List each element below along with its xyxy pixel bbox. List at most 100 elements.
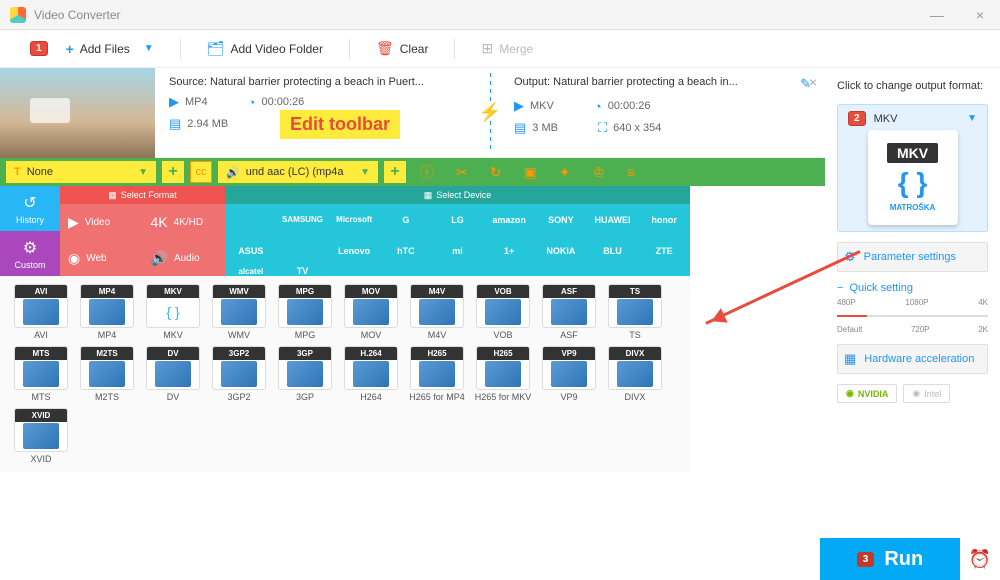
brand-zte[interactable]: ZTE <box>656 246 673 256</box>
titlebar: Video Converter — × <box>0 0 1000 30</box>
info-icon[interactable]: ⓘ <box>420 162 434 182</box>
custom-label: Custom <box>14 260 45 270</box>
format-m4v[interactable]: M4VM4V <box>406 284 468 340</box>
brand-1+[interactable]: 1+ <box>504 246 514 256</box>
select-device-header: ▦Select Device <box>225 186 690 204</box>
intel-badge[interactable]: ◉Intel <box>903 384 950 403</box>
out-duration: 00:00:26 <box>608 100 651 112</box>
add-audio-button[interactable]: + <box>384 161 406 183</box>
format-xvid[interactable]: XVIDXVID <box>10 408 72 464</box>
subtitle-icon: T <box>14 166 21 178</box>
format-mts[interactable]: MTSMTS <box>10 346 72 402</box>
schedule-button[interactable]: ⏰ <box>960 539 1000 579</box>
format-dv[interactable]: DVDV <box>142 346 204 402</box>
effects-icon[interactable]: ✦ <box>559 164 571 181</box>
brand-lenovo[interactable]: Lenovo <box>338 246 370 256</box>
format-mov[interactable]: MOVMOV <box>340 284 402 340</box>
bolt-icon: ⚡ <box>479 102 501 123</box>
brand-htc[interactable]: hTC <box>397 246 415 256</box>
format-asf[interactable]: ASFASF <box>538 284 600 340</box>
clock-icon: ◔ <box>248 95 256 110</box>
format-wmv[interactable]: WMVWMV <box>208 284 270 340</box>
format-3gp[interactable]: 3GP3GP <box>274 346 336 402</box>
matroska-label: MATROŠKA <box>890 203 936 212</box>
format-divx[interactable]: DIVXDIVX <box>604 346 666 402</box>
subtitle-selector[interactable]: T None ▼ <box>6 161 156 183</box>
chevron-down-icon: ▼ <box>360 167 370 178</box>
brand-lg[interactable]: LG <box>451 215 464 225</box>
category-web[interactable]: ◉Web <box>60 240 143 276</box>
output-panel: Output: Natural barrier protecting a bea… <box>500 68 825 157</box>
history-tab[interactable]: ↺History <box>0 186 60 231</box>
merge-label: Merge <box>499 42 533 56</box>
app-title: Video Converter <box>34 8 121 22</box>
brand-amazon[interactable]: amazon <box>492 215 526 225</box>
add-folder-button[interactable]: 🗂 Add Video Folder <box>199 36 331 61</box>
category-4khd[interactable]: 4K4K/HD <box>143 204 226 240</box>
clear-button[interactable]: 🗑 Clear <box>368 36 436 61</box>
out-format: MKV <box>530 100 554 112</box>
add-files-button[interactable]: + Add Files ▼ <box>58 37 162 61</box>
hd-icon: 4K <box>151 214 168 230</box>
parameter-settings-button[interactable]: ⚙Parameter settings <box>837 242 988 272</box>
format-h264[interactable]: H.264H264 <box>340 346 402 402</box>
brand-alcatel[interactable]: alcatel <box>238 267 263 276</box>
brand-samsung[interactable]: SAMSUNG <box>282 215 323 224</box>
brand-huawei[interactable]: HUAWEI <box>594 215 630 225</box>
brand-g[interactable]: G <box>402 215 409 225</box>
brand-mi[interactable]: mi <box>452 246 463 256</box>
rotate-icon[interactable]: ↻ <box>490 164 502 181</box>
format-3gp2[interactable]: 3GP23GP2 <box>208 346 270 402</box>
brand-tv[interactable]: TV <box>297 266 309 276</box>
step-badge-1: 1 <box>30 41 48 56</box>
brand-blu[interactable]: BLU <box>603 246 622 256</box>
cut-icon[interactable]: ✂ <box>456 164 468 181</box>
brand-microsoft[interactable]: Microsoft <box>336 215 372 224</box>
audio-selector[interactable]: 🔊 und aac (LC) (mp4a ▼ <box>218 161 378 183</box>
format-vob[interactable]: VOBVOB <box>472 284 534 340</box>
out-size: 3 MB <box>532 122 558 134</box>
add-subtitle-button[interactable]: + <box>162 161 184 183</box>
format-ts[interactable]: TSTS <box>604 284 666 340</box>
category-video[interactable]: ▶Video <box>60 204 143 240</box>
chevron-down-icon[interactable]: ▼ <box>967 113 977 124</box>
video-thumbnail[interactable] <box>0 68 155 158</box>
src-size: 2.94 MB <box>187 118 228 130</box>
brand-nokia[interactable]: NOKIA <box>546 246 575 256</box>
adjust-icon[interactable]: ≡ <box>627 164 635 180</box>
watermark-icon[interactable]: ♔ <box>592 164 605 181</box>
folder-icon: 🗂 <box>207 40 225 57</box>
output-format-card[interactable]: 2 MKV ▼ MKV { } MATROŠKA <box>837 104 988 232</box>
brand-asus[interactable]: ASUS <box>238 246 263 256</box>
remove-file-button[interactable]: × <box>809 74 817 90</box>
format-h265-for-mp4[interactable]: H265H265 for MP4 <box>406 346 468 402</box>
run-button[interactable]: 3 Run <box>820 538 960 580</box>
app-logo-icon <box>10 7 26 23</box>
crop-icon[interactable]: ▣ <box>523 164 536 181</box>
quick-setting-toggle[interactable]: −Quick setting <box>837 282 988 294</box>
annotation-label: Edit toolbar <box>280 110 400 139</box>
format-mpg[interactable]: MPGMPG <box>274 284 336 340</box>
format-avi[interactable]: AVIAVI <box>10 284 72 340</box>
merge-button[interactable]: ⊞ Merge <box>473 36 541 61</box>
quality-slider[interactable] <box>837 315 988 317</box>
nvidia-badge[interactable]: ◉NVIDIA <box>837 384 897 403</box>
hardware-acceleration-button[interactable]: ▦Hardware acceleration <box>837 344 988 374</box>
format-mkv[interactable]: MKV{ }MKV <box>142 284 204 340</box>
format-vp9[interactable]: VP9VP9 <box>538 346 600 402</box>
merge-icon: ⊞ <box>481 40 493 57</box>
brand-sony[interactable]: SONY <box>548 215 574 225</box>
brand-honor[interactable]: honor <box>651 215 677 225</box>
minimize-button[interactable]: — <box>924 5 950 25</box>
format-h265-for-mkv[interactable]: H265H265 for MKV <box>472 346 534 402</box>
custom-tab[interactable]: ⚙Custom <box>0 231 60 276</box>
format-mp4[interactable]: MP4MP4 <box>76 284 138 340</box>
selected-format: MKV <box>874 113 898 125</box>
cc-button[interactable]: cc <box>190 161 212 183</box>
file-row: Source: Natural barrier protecting a bea… <box>0 68 825 158</box>
close-button[interactable]: × <box>970 5 990 25</box>
format-m2ts[interactable]: M2TSM2TS <box>76 346 138 402</box>
category-audio[interactable]: 🔊Audio <box>143 240 226 276</box>
source-title: Source: Natural barrier protecting a bea… <box>169 76 466 88</box>
chevron-down-icon[interactable]: ▼ <box>144 43 154 54</box>
